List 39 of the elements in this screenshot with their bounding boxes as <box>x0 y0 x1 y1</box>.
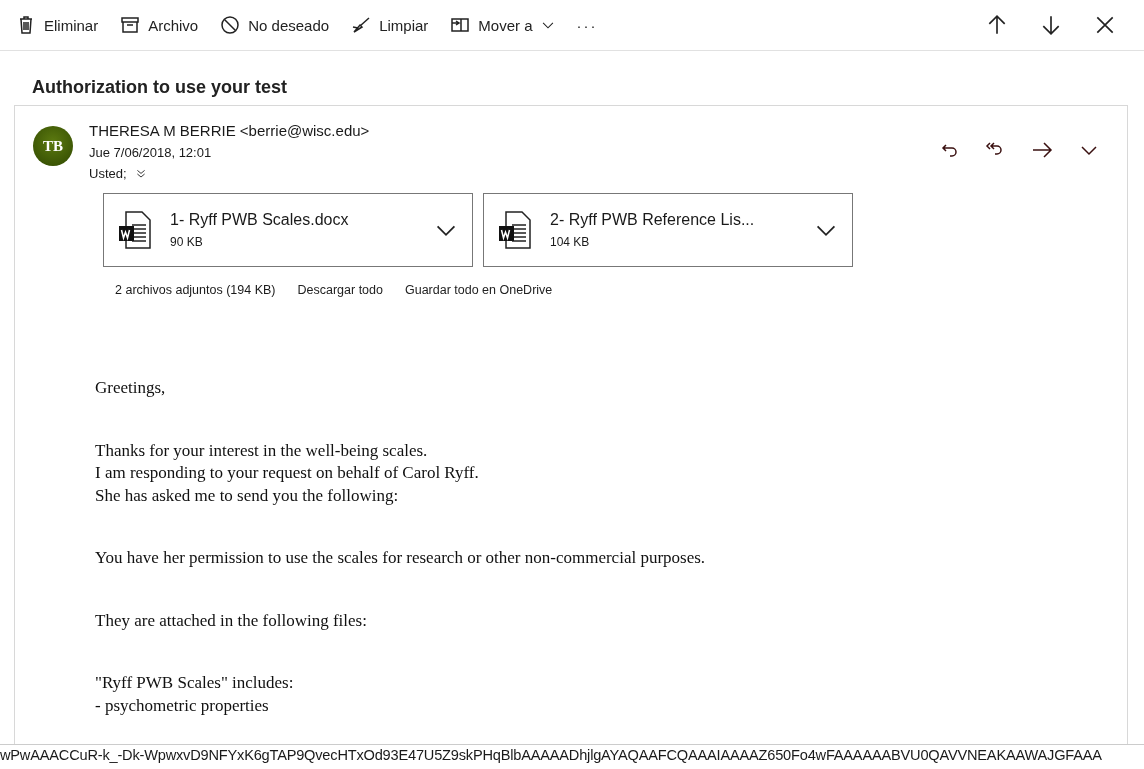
recipient: Usted; <box>89 166 127 181</box>
attachment-card[interactable]: 2- Ryff PWB Reference Lis... 104 KB <box>483 193 853 267</box>
attachment-card[interactable]: 1- Ryff PWB Scales.docx 90 KB <box>103 193 473 267</box>
email-subject: Authorization to use your test <box>31 76 288 99</box>
down-arrow-icon <box>1040 14 1062 36</box>
body-text: You have her permission to use the scales for research or other non-commercial purposes. <box>95 547 707 569</box>
toolbar-button[interactable]: Eliminar <box>14 11 101 39</box>
attachment-link[interactable]: Guardar todo en OneDrive <box>405 283 553 297</box>
close-icon <box>1094 14 1116 36</box>
status-bar: wPwAAACCuR-k_-Dk-WpwxvD9NFYxK6gTAP9QvecHTxOd93E47U5Z9skPHqBlbAAAAADhjlgAYAQAAFCQAAAIAAAAZ650Fo4wFAAAAAABVU0QAVVNEAKAAWAJGFAAA <box>0 744 1144 769</box>
attachment-size: 90 KB <box>170 235 204 249</box>
body-text: I am responding to your request on behalf of Carol Ryff. <box>95 462 480 484</box>
folder-move-icon <box>450 15 471 35</box>
word-document-icon <box>498 211 532 249</box>
sender: THERESA M BERRIE <berrie@wisc.edu> <box>89 122 371 139</box>
attachment-size: 104 KB <box>550 235 591 249</box>
more-button[interactable]: ··· <box>574 12 600 38</box>
attachment-name: 1- Ryff PWB Scales.docx <box>170 211 350 229</box>
body-text: Greetings, <box>95 377 167 399</box>
attachment-name: 2- Ryff PWB Reference Lis... <box>550 211 756 229</box>
up-arrow-icon <box>986 14 1008 36</box>
word-document-icon <box>118 211 152 249</box>
toolbar-button[interactable]: Archivo <box>118 11 201 39</box>
attachment-summary: 2 archivos adjuntos (194 KB) <box>115 283 276 297</box>
toolbar-button[interactable]: No deseado <box>218 11 332 39</box>
body-text: - psychometric properties <box>95 694 270 717</box>
avatar: TB <box>33 126 73 166</box>
block-icon <box>220 15 241 35</box>
toolbar-button[interactable]: Mover a <box>448 11 557 39</box>
body-text: "Ryff PWB Scales" includes: <box>95 672 295 694</box>
attachment-link[interactable]: Descargar todo <box>297 283 383 297</box>
body-text: Thanks for your interest in the well-being scales. <box>95 439 429 462</box>
date: Jue 7/06/2018, 12:01 <box>89 145 213 160</box>
body-text: She has asked me to send you the following: <box>95 484 400 507</box>
archive-icon <box>120 15 141 35</box>
broom-icon <box>351 15 372 35</box>
expand-icon[interactable] <box>134 167 147 180</box>
body-text: They are attached in the following files: <box>95 609 368 632</box>
toolbar-button[interactable]: Limpiar <box>349 11 431 39</box>
